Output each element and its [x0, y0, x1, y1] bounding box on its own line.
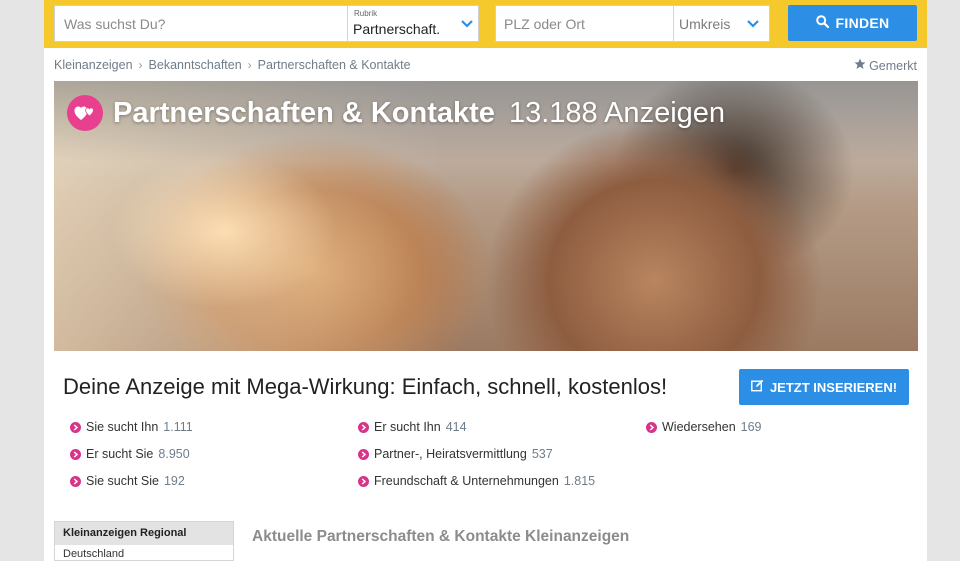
hearts-icon: [67, 95, 103, 131]
category-select-label: Rubrik: [354, 9, 378, 18]
category-link-partnervermittlung[interactable]: Partner-, Heiratsvermittlung 537: [358, 447, 553, 461]
category-link-wiedersehen[interactable]: Wiedersehen 169: [646, 420, 762, 434]
post-ad-button[interactable]: JETZT INSERIEREN!: [739, 369, 909, 405]
radius-select-value: Umkreis: [679, 16, 731, 32]
chevron-right-icon: [70, 448, 81, 460]
find-button[interactable]: FINDEN: [788, 5, 917, 41]
category-count: 8.950: [158, 447, 190, 461]
category-label: Partner-, Heiratsvermittlung: [374, 447, 527, 461]
category-select-value: Partnerschaft.: [353, 21, 441, 37]
star-icon: [854, 58, 866, 73]
page-title: Partnerschaften & Kontakte: [113, 96, 495, 129]
edit-icon: [751, 379, 764, 395]
chevron-right-icon: [358, 475, 369, 487]
breadcrumb-item-current[interactable]: Partnerschaften & Kontakte: [258, 58, 411, 72]
regional-sidebar-heading: Kleinanzeigen Regional: [55, 522, 233, 545]
category-link-er-sucht-sie[interactable]: Er sucht Sie 8.950: [70, 447, 190, 461]
category-link-sie-sucht-ihn[interactable]: Sie sucht Ihn 1.111: [70, 420, 193, 434]
category-label: Sie sucht Ihn: [86, 420, 159, 434]
chevron-right-icon: [70, 475, 81, 487]
category-count: 169: [740, 420, 762, 434]
category-count: 537: [531, 447, 553, 461]
breadcrumb-separator-icon: ›: [247, 58, 252, 72]
bookmarks-link[interactable]: Gemerkt: [854, 58, 917, 73]
regional-sidebar-item[interactable]: Deutschland: [55, 545, 233, 561]
search-box: Rubrik Partnerschaft.: [54, 5, 479, 42]
breadcrumb-item-bekanntschaften[interactable]: Bekanntschaften: [149, 58, 242, 72]
category-label: Er sucht Sie: [86, 447, 154, 461]
main-content: Kleinanzeigen › Bekanntschaften › Partne…: [44, 48, 927, 561]
category-label: Wiedersehen: [662, 420, 736, 434]
hero-banner: Partnerschaften & Kontakte 13.188 Anzeig…: [54, 81, 918, 351]
chevron-down-icon: [746, 19, 760, 29]
breadcrumb: Kleinanzeigen › Bekanntschaften › Partne…: [54, 58, 411, 72]
chevron-down-icon: [460, 19, 474, 29]
listing-heading: Aktuelle Partnerschaften & Kontakte Klei…: [252, 528, 630, 545]
category-label: Freundschaft & Unternehmungen: [374, 474, 559, 488]
category-count: 1.815: [563, 474, 596, 488]
breadcrumb-separator-icon: ›: [138, 58, 143, 72]
category-label: Er sucht Ihn: [374, 420, 441, 434]
chevron-right-icon: [646, 421, 657, 433]
category-select[interactable]: Rubrik Partnerschaft.: [347, 6, 478, 41]
find-button-label: FINDEN: [835, 15, 890, 31]
category-count: 1.111: [163, 420, 193, 434]
breadcrumb-item-kleinanzeigen[interactable]: Kleinanzeigen: [54, 58, 133, 72]
chevron-right-icon: [70, 421, 81, 433]
regional-sidebar: Kleinanzeigen Regional Deutschland: [54, 521, 234, 561]
post-ad-button-label: JETZT INSERIEREN!: [769, 379, 898, 395]
category-count: 192: [163, 474, 185, 488]
category-label: Sie sucht Sie: [86, 474, 159, 488]
search-icon: [815, 15, 829, 31]
search-input[interactable]: [55, 6, 347, 41]
hero-title-row: Partnerschaften & Kontakte 13.188 Anzeig…: [67, 95, 725, 131]
category-link-sie-sucht-sie[interactable]: Sie sucht Sie 192: [70, 474, 185, 488]
category-count: 414: [445, 420, 467, 434]
location-input[interactable]: [496, 6, 673, 41]
location-box: Umkreis: [495, 5, 770, 42]
category-link-freundschaft[interactable]: Freundschaft & Unternehmungen 1.815: [358, 474, 595, 488]
chevron-right-icon: [358, 421, 369, 433]
category-link-er-sucht-ihn[interactable]: Er sucht Ihn 414: [358, 420, 467, 434]
search-bar: Rubrik Partnerschaft. Umkreis FINDEN: [44, 0, 927, 48]
listing-count: 13.188 Anzeigen: [508, 96, 726, 129]
bookmarks-label: Gemerkt: [869, 58, 917, 73]
radius-select[interactable]: Umkreis: [673, 6, 769, 41]
chevron-right-icon: [358, 448, 369, 460]
promo-text: Deine Anzeige mit Mega-Wirkung: Einfach,…: [63, 374, 668, 399]
